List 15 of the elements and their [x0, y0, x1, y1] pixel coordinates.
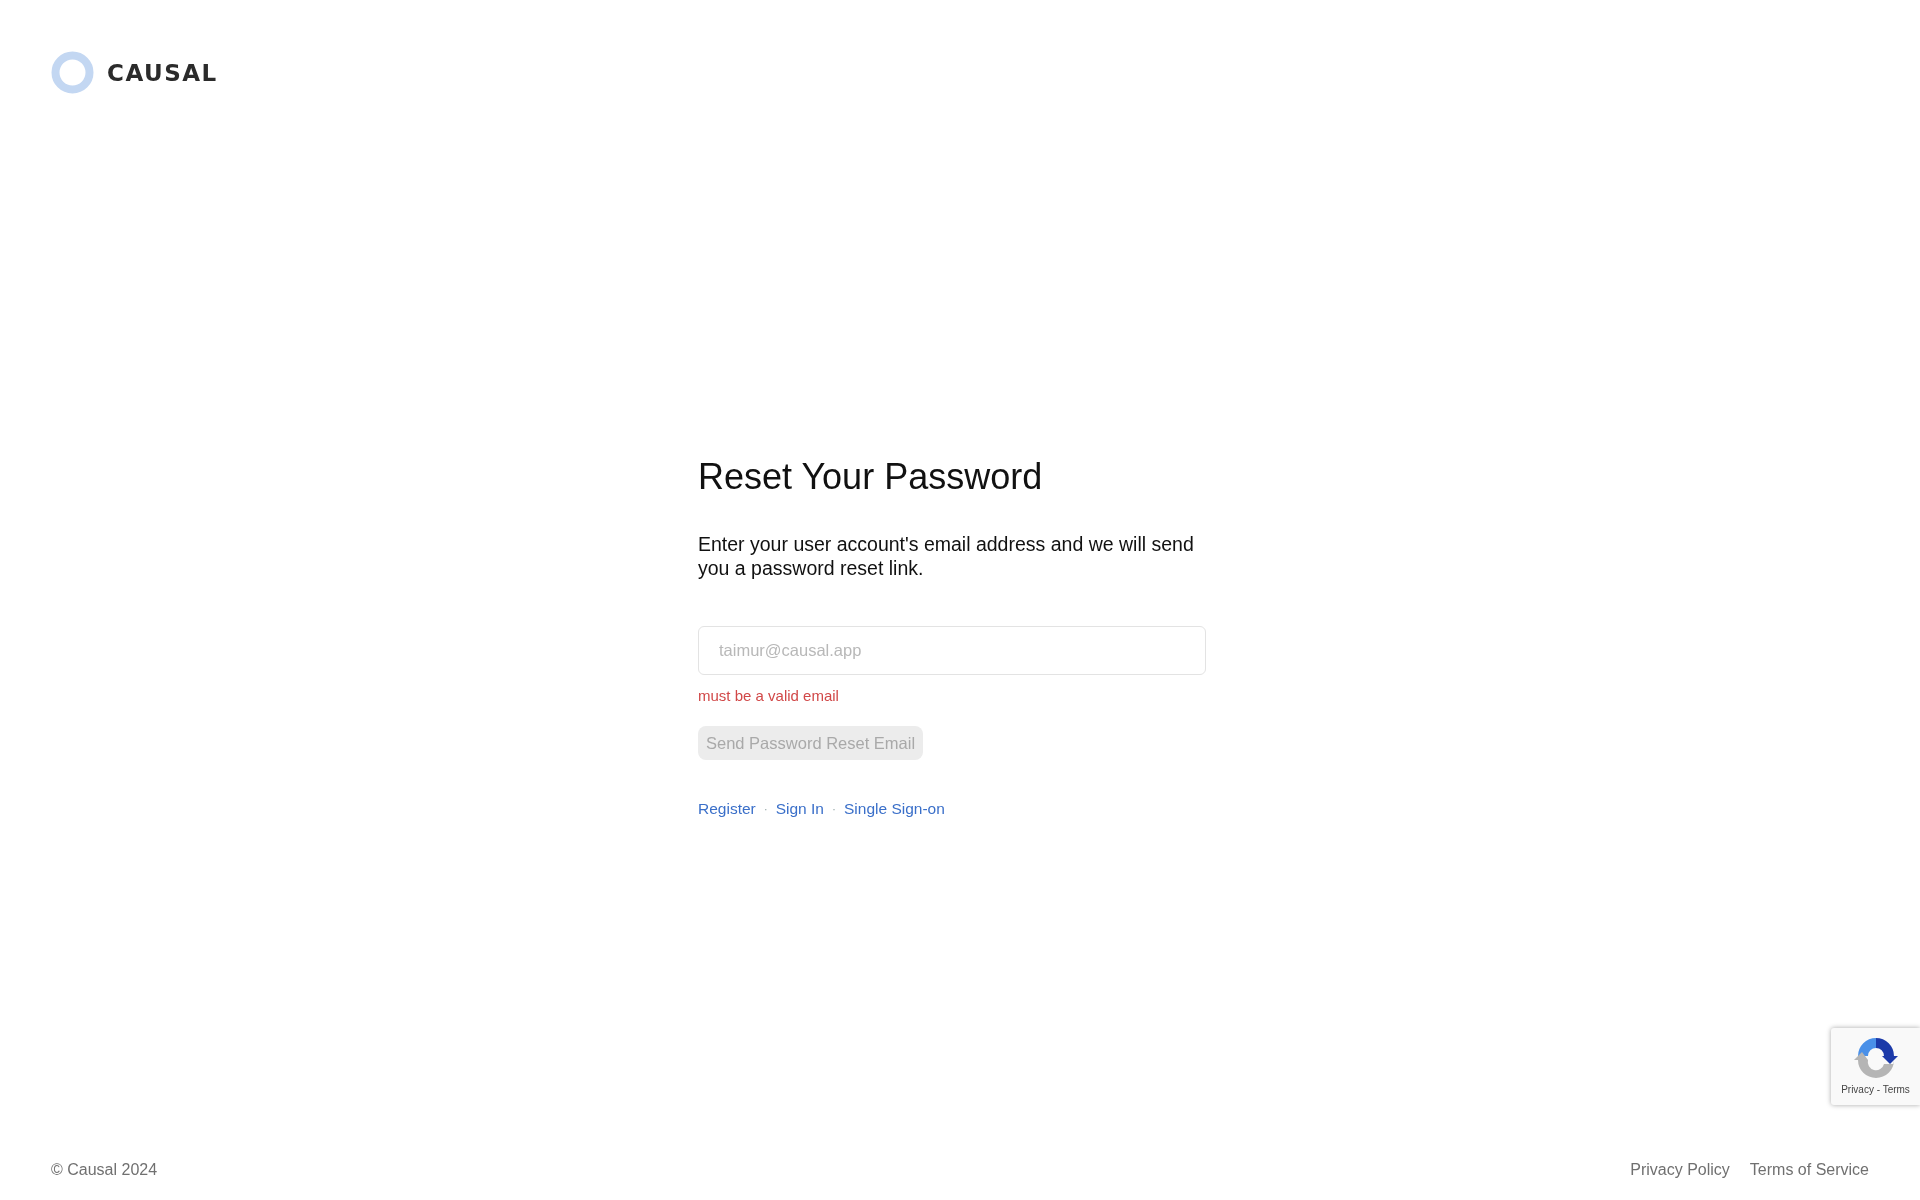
privacy-terms-text[interactable]: Privacy - Terms	[1841, 1084, 1910, 1095]
copyright-text: © Causal 2024	[51, 1161, 158, 1179]
nav-link[interactable]: Single Sign-on	[844, 800, 945, 818]
nav-link[interactable]: Sign In	[775, 800, 824, 818]
footer-link[interactable]: Privacy Policy	[1630, 1161, 1730, 1179]
separator-dot: ·	[832, 802, 836, 816]
footer-link[interactable]: Terms of Service	[1749, 1161, 1869, 1179]
logo-text: CAUSAL	[107, 59, 218, 86]
email-field[interactable]: taimur@causal.app	[698, 626, 1206, 675]
separator-dot: ·	[763, 802, 768, 816]
ring-logo-icon	[51, 51, 94, 94]
nav-link[interactable]: Register	[698, 800, 756, 818]
instructions-text: Enter your user account's email address and we will send you a password reset link.	[698, 532, 1195, 580]
error-message: must be a valid email	[698, 687, 840, 704]
page-title: Reset Your Password	[698, 456, 1044, 498]
